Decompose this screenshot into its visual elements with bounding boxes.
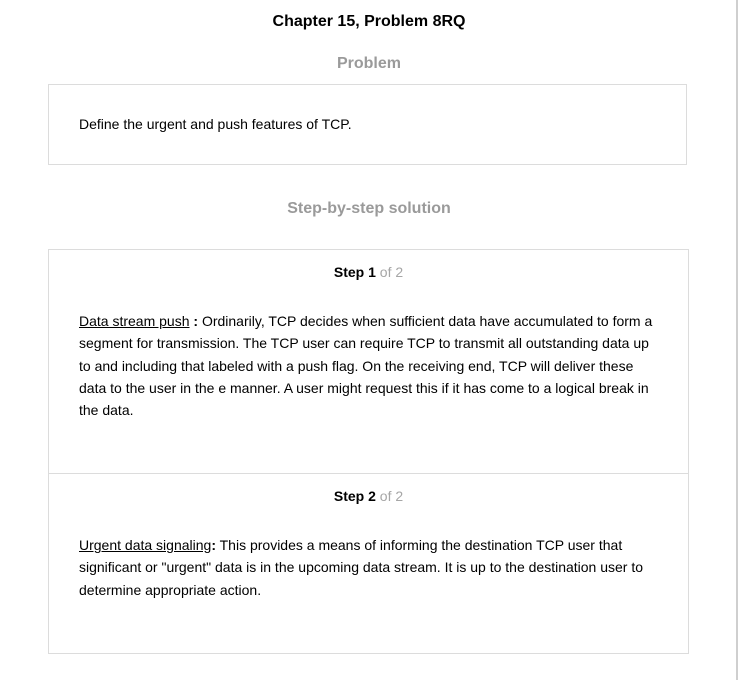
step-total: of 2 <box>379 264 404 280</box>
step-header: Step 2 of 2 <box>49 487 688 505</box>
step-header: Step 1 of 2 <box>49 263 688 281</box>
solution-steps: Step 1 of 2 Data stream push : Ordinaril… <box>48 249 689 654</box>
step-number: 1 <box>368 264 376 280</box>
page-title: Chapter 15, Problem 8RQ <box>272 13 466 30</box>
step-number: 2 <box>368 488 376 504</box>
step-term: Data stream push <box>79 313 190 329</box>
step-body: Urgent data signaling: This provides a m… <box>79 534 659 601</box>
problem-text: Define the urgent and push features of T… <box>79 116 352 132</box>
problem-card: Define the urgent and push features of T… <box>48 84 687 165</box>
step-body: Data stream push : Ordinarily, TCP decid… <box>79 310 659 421</box>
step-label: Step <box>333 264 365 280</box>
problem-heading: Problem <box>336 55 401 72</box>
step-total: of 2 <box>379 488 404 504</box>
step-card: Step 2 of 2 Urgent data signaling: This … <box>49 474 688 654</box>
step-label: Step <box>333 488 365 504</box>
step-term: Urgent data signaling <box>79 537 212 553</box>
solution-heading: Step-by-step solution <box>287 200 451 217</box>
step-term-colon: : <box>189 313 199 329</box>
step-card: Step 1 of 2 Data stream push : Ordinaril… <box>49 250 688 474</box>
